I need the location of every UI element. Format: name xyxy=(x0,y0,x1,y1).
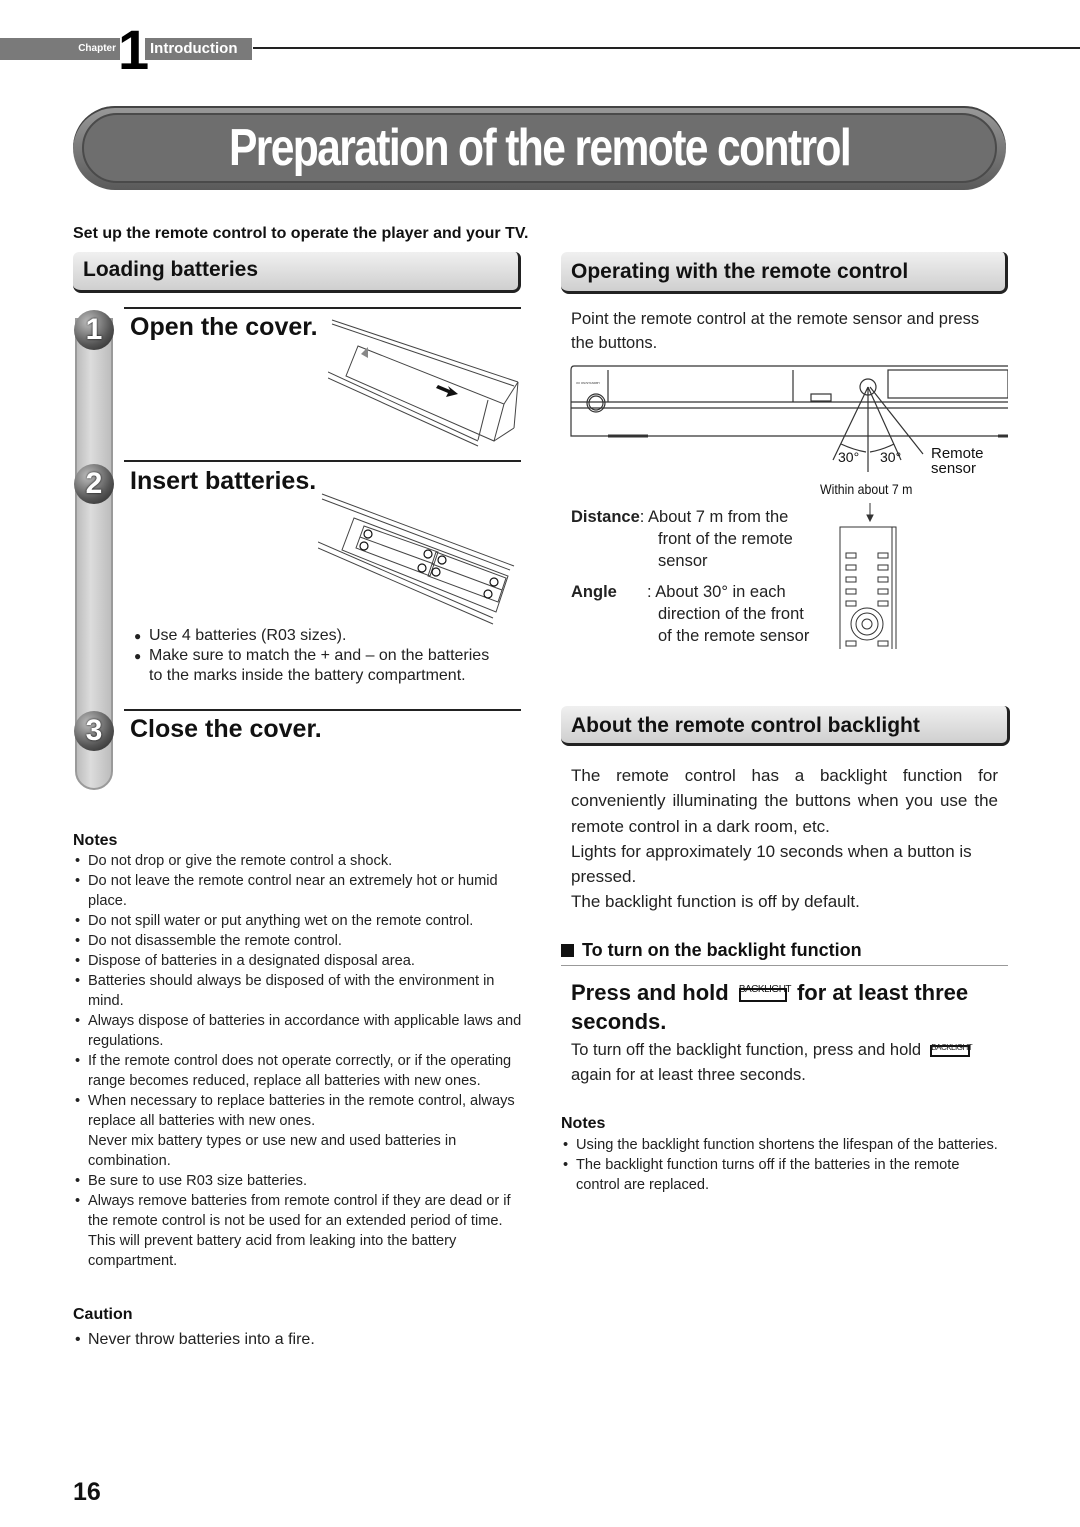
step-divider xyxy=(124,709,521,711)
remote-sensor-label-line2: sensor xyxy=(931,460,977,477)
backlight-subheading: To turn on the backlight function xyxy=(561,940,1008,966)
backlight-paragraph-1: The remote control has a backlight funct… xyxy=(571,766,998,836)
intro-text: Set up the remote control to operate the… xyxy=(73,225,529,242)
header-rule xyxy=(253,47,1080,49)
note-item: Do not disassemble the remote control. xyxy=(73,931,528,951)
off-before: To turn off the backlight function, pres… xyxy=(571,1041,922,1059)
step-3-badge: 3 xyxy=(74,711,114,751)
note-item: Do not spill water or put anything wet o… xyxy=(73,911,528,931)
angle-value-3: of the remote sensor xyxy=(658,627,810,645)
caution-item: Never throw batteries into a fire. xyxy=(73,1330,528,1350)
step-divider xyxy=(124,460,521,462)
remote-sensor-label: Remote sensor xyxy=(931,446,984,476)
note-item: Dispose of batteries in a designated dis… xyxy=(73,951,528,971)
section-heading-loading-batteries: Loading batteries xyxy=(73,252,521,293)
backlight-button-label: BACKLIGHT xyxy=(738,984,792,995)
range-label: Within about 7 m xyxy=(820,481,913,497)
open-cover-illustration xyxy=(328,319,519,447)
player-front-diagram: I/O ON/STANDBY xyxy=(570,365,1008,472)
press-instruction: Press and hold BACKLIGHT for at least th… xyxy=(571,978,1011,1036)
bullet-item: Make sure to match the + and – on the ba… xyxy=(134,646,494,686)
remote-control-illustration xyxy=(839,503,897,649)
off-after: again for at least three seconds. xyxy=(571,1066,806,1084)
notes-heading: Notes xyxy=(73,832,118,849)
note-item: Always remove batteries from remote cont… xyxy=(73,1191,528,1271)
backlight-description: The remote control has a backlight funct… xyxy=(571,763,998,915)
distance-value-3: sensor xyxy=(658,552,708,570)
caution-list: Never throw batteries into a fire. xyxy=(73,1330,528,1350)
section-heading-backlight: About the remote control backlight xyxy=(561,706,1010,746)
page-number: 16 xyxy=(73,1478,101,1506)
svg-text:I/O ON/STANDBY: I/O ON/STANDBY xyxy=(576,381,600,385)
angle-right-label: 30° xyxy=(880,449,902,465)
caution-heading: Caution xyxy=(73,1306,133,1323)
operating-text: Point the remote control at the remote s… xyxy=(571,310,980,352)
note-item: When necessary to replace batteries in t… xyxy=(73,1091,528,1171)
insert-batteries-illustration xyxy=(318,493,515,625)
bullet-item: Use 4 batteries (R03 sizes). xyxy=(134,626,494,646)
press-before: Press and hold xyxy=(571,980,729,1005)
angle-value: : About 30° in each xyxy=(647,583,786,601)
distance-value-2: front of the remote xyxy=(658,530,793,548)
notes-heading-right: Notes xyxy=(561,1115,606,1132)
step-divider xyxy=(124,307,521,309)
turn-off-instruction: To turn off the backlight function, pres… xyxy=(571,1038,1011,1088)
note-item: If the remote control does not operate c… xyxy=(73,1051,528,1091)
step-2-badge: 2 xyxy=(74,464,114,504)
note-item: Be sure to use R03 size batteries. xyxy=(73,1171,528,1191)
section-heading-operating: Operating with the remote control xyxy=(561,252,1008,294)
step-1-title: Open the cover. xyxy=(130,313,318,341)
note-item: The backlight function turns off if the … xyxy=(561,1155,1001,1195)
backlight-paragraph-2: Lights for approximately 10 seconds when… xyxy=(571,841,972,887)
backlight-button-icon: BACKLIGHT xyxy=(738,984,792,1002)
note-item: Using the backlight function shortens th… xyxy=(561,1135,1001,1155)
backlight-subheading-text: To turn on the backlight function xyxy=(582,940,862,960)
angle-label: Angle xyxy=(571,583,617,601)
chapter-label: Chapter xyxy=(78,43,116,54)
backlight-button-icon: BACKLIGHT xyxy=(929,1043,973,1057)
note-item: Do not drop or give the remote control a… xyxy=(73,851,528,871)
step-3-title: Close the cover. xyxy=(130,715,322,743)
angle-left-label: 30° xyxy=(838,449,860,465)
notes-list: Do not drop or give the remote control a… xyxy=(73,851,528,1271)
distance-label: Distance xyxy=(571,508,640,526)
step-2-bullets: Use 4 batteries (R03 sizes). Make sure t… xyxy=(134,626,494,686)
note-item: Always dispose of batteries in accordanc… xyxy=(73,1011,528,1051)
distance-spec: Distance: About 7 m from the front of th… xyxy=(571,506,831,572)
backlight-button-label: BACKLIGHT xyxy=(931,1043,973,1052)
notes-list-right: Using the backlight function shortens th… xyxy=(561,1135,1001,1195)
step-1-badge: 1 xyxy=(74,310,114,350)
note-item: Do not leave the remote control near an … xyxy=(73,871,528,911)
page-title: Preparation of the remote control xyxy=(228,119,852,177)
step-2-title: Insert batteries. xyxy=(130,467,317,495)
remote-sensor-label-line1: Remote xyxy=(931,445,984,462)
distance-value: : About 7 m from the xyxy=(639,508,789,526)
square-bullet-icon xyxy=(561,944,574,957)
angle-value-2: direction of the front xyxy=(658,605,804,623)
note-item: Batteries should always be disposed of w… xyxy=(73,971,528,1011)
backlight-paragraph-3: The backlight function is off by default… xyxy=(571,892,860,912)
chapter-title: Introduction xyxy=(145,38,252,60)
angle-spec: Angle : About 30° in each direction of th… xyxy=(571,581,831,647)
